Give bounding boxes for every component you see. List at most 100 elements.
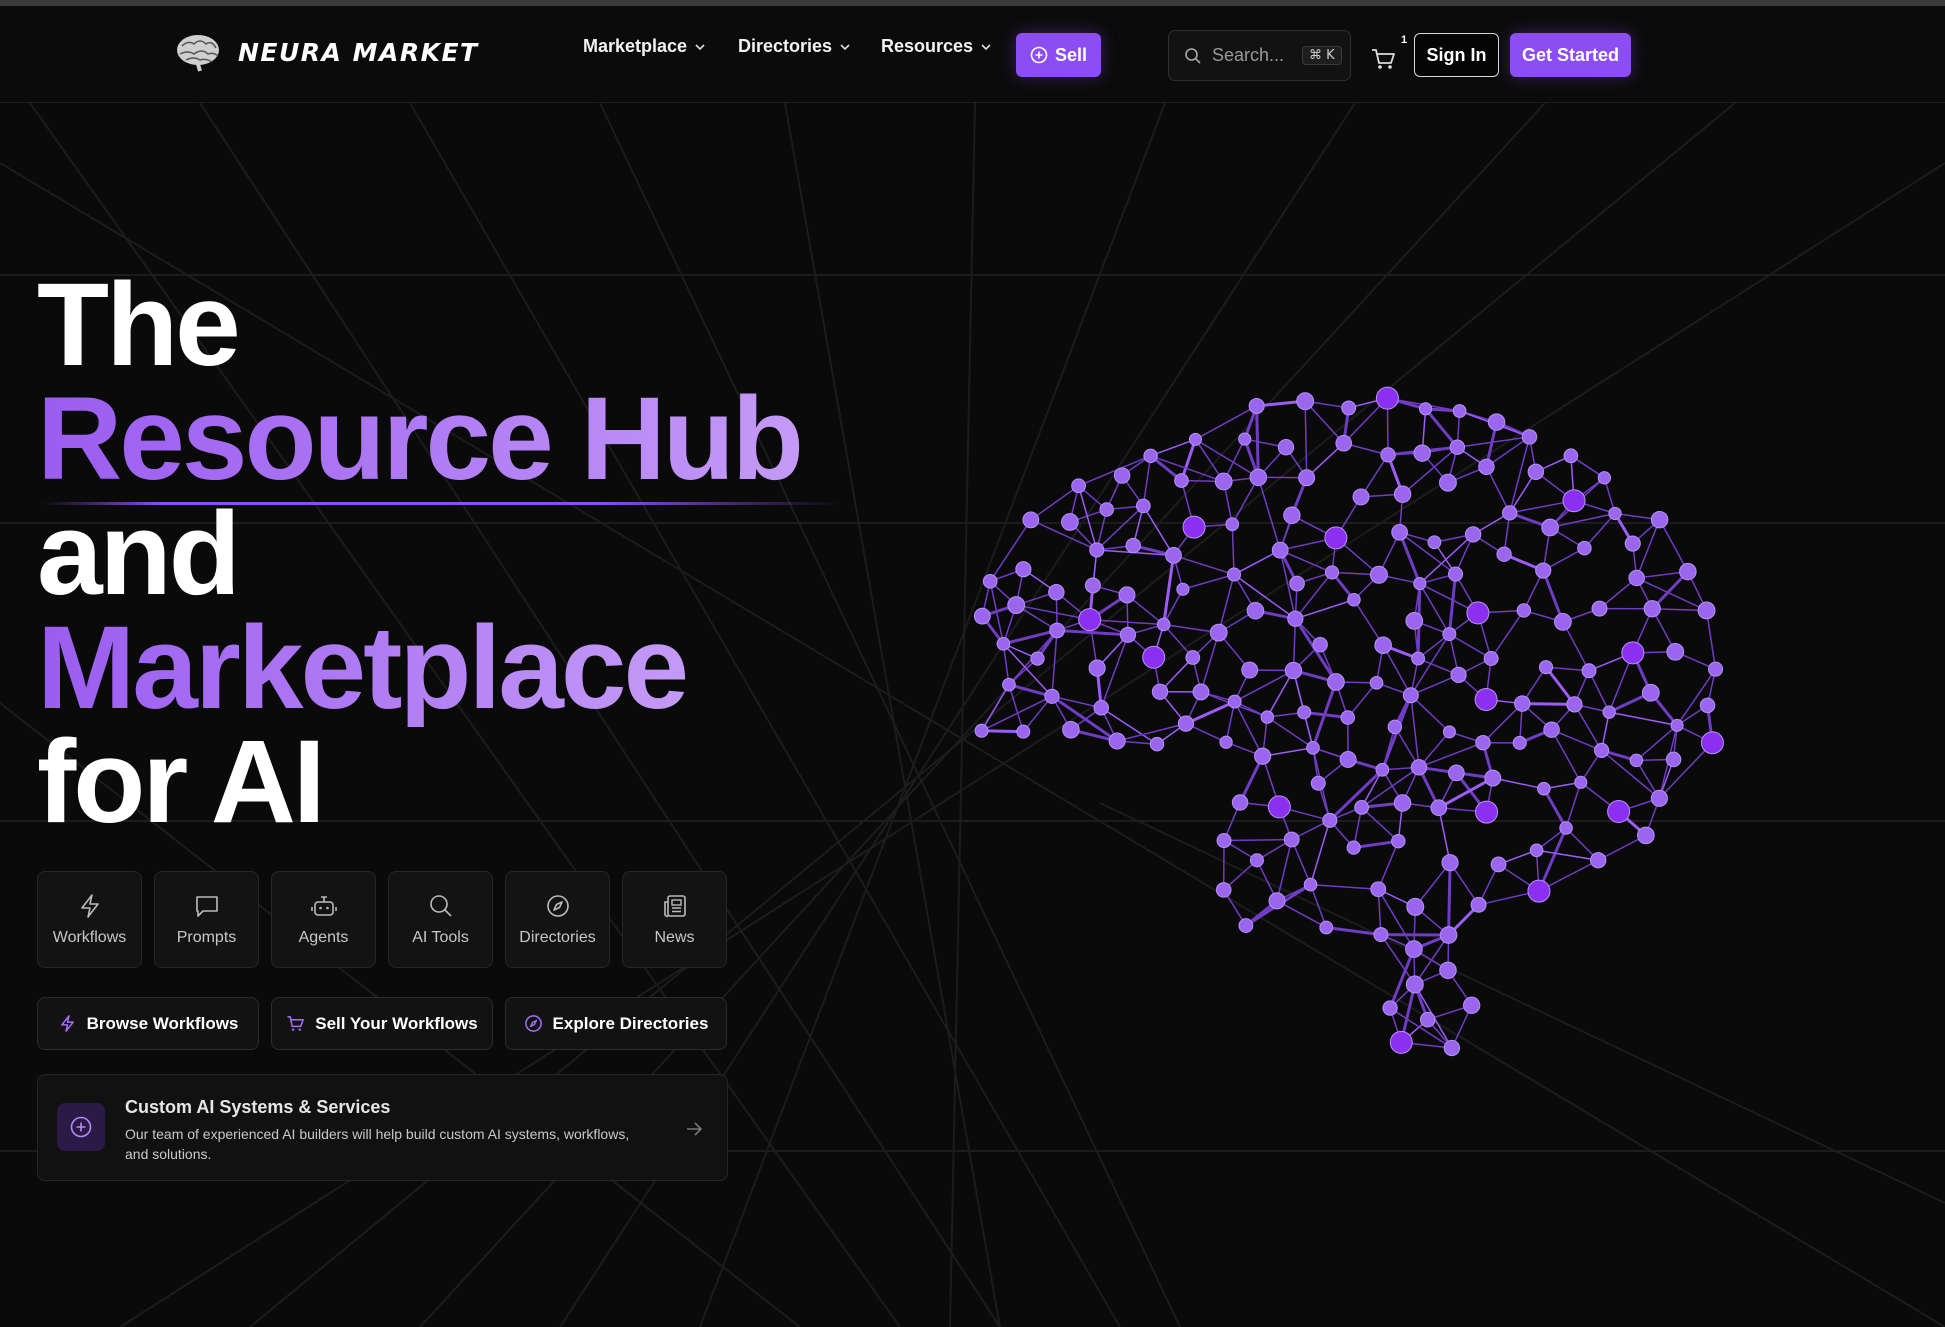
custom-services-card[interactable]: Custom AI Systems & Services Our team of… (37, 1074, 728, 1181)
category-label: News (654, 929, 695, 946)
signin-button[interactable]: Sign In (1414, 33, 1499, 77)
neural-link (1051, 630, 1058, 697)
cart-icon[interactable] (1370, 46, 1396, 72)
brand-logo[interactable]: NEURA MARKET (174, 32, 479, 72)
neural-node (1310, 775, 1326, 791)
neural-node (1487, 413, 1506, 431)
category-workflows[interactable]: Workflows (37, 871, 142, 968)
neural-node (1405, 612, 1424, 630)
neural-node (1044, 688, 1060, 704)
neural-node (1527, 463, 1545, 481)
compass-icon (524, 1015, 542, 1032)
neural-node (1443, 1039, 1461, 1057)
neural-node (1182, 515, 1206, 539)
search-input[interactable]: Search... ⌘ K (1168, 30, 1351, 81)
neural-link (1195, 438, 1259, 478)
neural-node (1439, 473, 1457, 492)
neural-node (1254, 747, 1272, 765)
neural-node (1165, 546, 1182, 564)
neural-node (1176, 582, 1190, 596)
neural-link (1310, 883, 1379, 890)
neural-node (1581, 663, 1597, 679)
sell-label: Sell (1054, 44, 1088, 65)
neural-link (1328, 768, 1384, 822)
neural-node (1559, 821, 1573, 835)
neural-node (1016, 724, 1031, 739)
compass-icon (546, 895, 569, 917)
category-ai-tools[interactable]: AI Tools (388, 871, 493, 968)
neural-node (1697, 601, 1716, 620)
neural-node (1641, 683, 1660, 702)
nav-directories-label: Directories (738, 36, 833, 56)
plus-circle-icon (1030, 46, 1048, 64)
neural-node (1188, 432, 1202, 446)
neural-node (1099, 502, 1114, 517)
browse-workflows-button[interactable]: Browse Workflows (37, 997, 259, 1050)
neural-node (1418, 402, 1433, 416)
brain-logo-icon (177, 35, 219, 72)
neural-node (1113, 467, 1131, 484)
search-icon (429, 895, 452, 917)
sell-workflows-button[interactable]: Sell Your Workflows (271, 997, 493, 1050)
neural-link (1078, 455, 1151, 487)
neural-link (1116, 722, 1187, 742)
category-directories[interactable]: Directories (505, 871, 610, 968)
neural-node (1529, 843, 1544, 858)
neural-node (1015, 561, 1032, 578)
neural-node (1219, 735, 1233, 749)
neural-node (982, 574, 998, 589)
neural-link (1635, 519, 1661, 579)
category-agents[interactable]: Agents (271, 871, 376, 968)
bot-icon (310, 896, 337, 916)
hero-title-line-2: Resource Hub (37, 373, 804, 505)
hero-title-line-5: for AI (37, 716, 326, 848)
neural-node (1375, 762, 1390, 777)
neural-node (1439, 961, 1457, 980)
neural-node (1149, 736, 1165, 752)
neural-node (1452, 404, 1467, 418)
nav-directories[interactable]: Directories (738, 36, 851, 57)
neural-node (1215, 882, 1232, 898)
brand-name: NEURA MARKET (238, 37, 479, 67)
get-started-button[interactable]: Get Started (1510, 33, 1631, 77)
neural-node (1062, 720, 1080, 739)
neural-node (1512, 735, 1527, 750)
neural-link (1257, 477, 1281, 551)
chevron-down-icon (840, 43, 850, 50)
neural-link (1304, 401, 1308, 478)
category-news[interactable]: News (622, 871, 727, 968)
category-label: Prompts (176, 929, 237, 946)
neural-node (1071, 478, 1087, 494)
neural-node (1666, 642, 1685, 661)
category-prompts[interactable]: Prompts (154, 871, 259, 968)
nav-marketplace[interactable]: Marketplace (583, 36, 706, 57)
neural-node (1319, 920, 1334, 935)
neural-node (1602, 705, 1616, 719)
nav-resources[interactable]: Resources (881, 36, 992, 57)
explore-directories-button[interactable]: Explore Directories (505, 997, 727, 1050)
hero-title-line-4: Marketplace (37, 602, 689, 734)
neural-node (1030, 651, 1045, 666)
neural-node (1143, 448, 1158, 464)
neural-node (1303, 877, 1318, 892)
neural-node (1413, 444, 1431, 462)
sell-workflows-label: Sell Your Workflows (315, 1013, 478, 1033)
sell-button[interactable]: Sell (1016, 33, 1101, 77)
nav-marketplace-label: Marketplace (583, 36, 688, 56)
neural-link (1279, 549, 1333, 574)
neural-node (1174, 473, 1189, 488)
neural-node (1393, 794, 1412, 812)
neural-node (1527, 879, 1551, 903)
neural-node (1450, 666, 1467, 683)
neural-node (1061, 513, 1079, 531)
neural-node (1466, 601, 1490, 625)
neural-node (1591, 600, 1608, 617)
neural-link (1309, 820, 1331, 885)
category-label: Agents (298, 929, 349, 946)
neural-node (1538, 660, 1554, 675)
neural-node (1048, 583, 1065, 601)
neural-node (1373, 927, 1389, 943)
neural-node (1119, 626, 1137, 643)
neural-node (1621, 641, 1645, 665)
category-label: Workflows (52, 929, 127, 946)
